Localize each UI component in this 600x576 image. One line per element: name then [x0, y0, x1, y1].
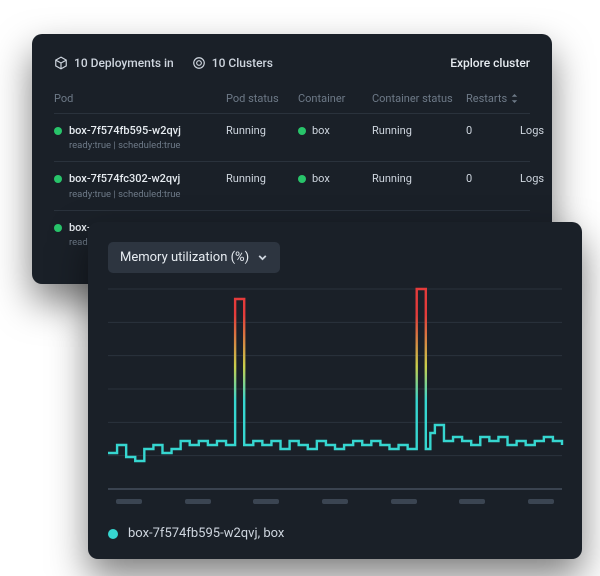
table-header: Pod Pod status Container Container statu…	[54, 84, 530, 113]
x-tick	[185, 499, 211, 504]
deployments-summary: 10 Deployments in	[54, 56, 174, 70]
status-dot-icon	[54, 224, 62, 232]
pod-status: Running	[226, 124, 296, 137]
pod-sub: ready:true | scheduled:true	[69, 140, 181, 151]
table-row: box-7f574fb595-w2qvj ready:true | schedu…	[54, 113, 530, 161]
container-status: Running	[372, 124, 464, 137]
status-dot-icon	[298, 127, 306, 135]
pod-name[interactable]: box-7f574fb595-w2qvj	[69, 124, 181, 138]
x-tick	[528, 499, 554, 504]
col-pod: Pod	[54, 92, 224, 105]
col-container: Container	[298, 92, 370, 105]
x-tick	[459, 499, 485, 504]
x-tick	[253, 499, 279, 504]
col-container-status: Container status	[372, 92, 464, 105]
table-row: box-7f574fc302-w2qvj ready:true | schedu…	[54, 161, 530, 209]
logs-link[interactable]: Logs	[520, 172, 560, 185]
chart-area	[108, 289, 562, 489]
chevron-down-icon	[257, 252, 268, 263]
pod-status: Running	[226, 172, 296, 185]
status-dot-icon	[54, 127, 62, 135]
clusters-summary: 10 Clusters	[192, 56, 273, 70]
status-dot-icon	[54, 175, 62, 183]
panel-header: 10 Deployments in 10 Clusters Explore cl…	[54, 56, 530, 70]
metric-dropdown[interactable]: Memory utilization (%)	[108, 242, 280, 273]
restarts-value: 0	[466, 124, 518, 137]
x-tick	[322, 499, 348, 504]
status-dot-icon	[298, 175, 306, 183]
explore-cluster-link[interactable]: Explore cluster	[450, 56, 530, 70]
container-status: Running	[372, 172, 464, 185]
x-tick	[391, 499, 417, 504]
container-name: box	[312, 172, 330, 185]
chart-legend: box-7f574fb595-w2qvj, box	[108, 526, 562, 541]
clusters-label: 10 Clusters	[212, 56, 273, 70]
chart-svg	[108, 289, 562, 489]
col-restarts[interactable]: Restarts	[466, 92, 518, 105]
cube-icon	[54, 56, 68, 70]
sort-icon	[510, 94, 519, 103]
pod-name[interactable]: box-7f574fc302-w2qvj	[69, 172, 180, 186]
chart-panel: Memory utilization (%) box-7f574fb595-	[88, 222, 582, 559]
dropdown-label: Memory utilization (%)	[120, 250, 249, 265]
logs-link[interactable]: Logs	[520, 124, 560, 137]
col-pod-status: Pod status	[226, 92, 296, 105]
legend-dot-icon	[108, 529, 118, 539]
x-tick	[116, 499, 142, 504]
x-axis-ticks	[108, 499, 562, 504]
legend-label: box-7f574fb595-w2qvj, box	[128, 526, 284, 541]
restarts-value: 0	[466, 172, 518, 185]
pod-sub: ready:true | scheduled:true	[69, 189, 180, 200]
deployments-label: 10 Deployments in	[74, 56, 174, 70]
container-name: box	[312, 124, 330, 137]
target-icon	[192, 56, 206, 70]
